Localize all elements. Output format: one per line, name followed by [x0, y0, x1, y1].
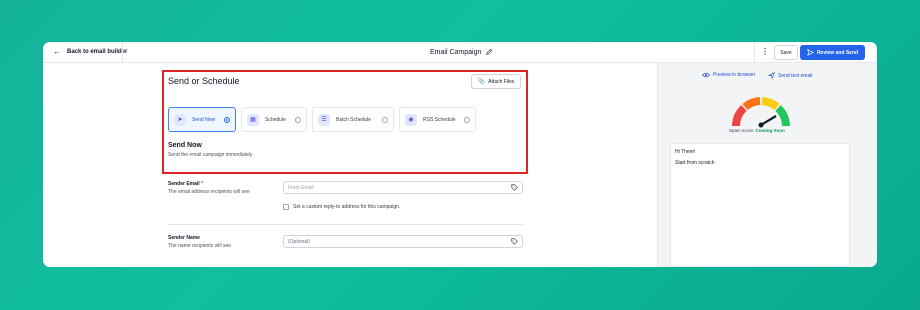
radio[interactable]: [382, 116, 388, 123]
preview-in-browser-link[interactable]: Preview in browser: [702, 72, 755, 78]
divider: [168, 224, 523, 225]
option-label: Schedule: [265, 116, 286, 123]
pencil-icon[interactable]: [485, 48, 493, 56]
divider: [754, 42, 755, 63]
email-line: Start from scratch: [675, 160, 715, 166]
review-and-send-button[interactable]: Review and Send: [800, 45, 865, 60]
spam-label: Spam score:: [729, 128, 755, 133]
label-text: Sender Email: [168, 181, 200, 187]
tag-icon[interactable]: [511, 184, 518, 191]
spam-value: Coming Soon: [755, 128, 785, 133]
reply-to-checkbox-row[interactable]: Set a custom reply-to address for this c…: [283, 204, 400, 210]
paperclip-icon: 📎: [477, 79, 486, 85]
send-now-title: Send Now: [168, 142, 202, 149]
send-now-description: Send the email campaign immediately: [168, 152, 253, 158]
spam-score: Spam score: Coming Soon: [729, 128, 785, 133]
sender-email-label: Sender Email *: [168, 181, 203, 187]
top-bar: ← Back to email builder Email Campaign ⋮…: [43, 42, 877, 63]
send-icon: [768, 72, 775, 79]
reply-to-label: Set a custom reply-to address for this c…: [293, 204, 401, 210]
save-button[interactable]: Save: [774, 45, 798, 60]
spam-gauge-icon: [732, 97, 790, 128]
sender-email-input[interactable]: From Email: [283, 181, 523, 194]
send-test-email-link[interactable]: Send test email: [768, 72, 812, 79]
email-line: Hi There!: [675, 149, 696, 155]
send-icon: ➤: [174, 113, 186, 126]
calendar-icon: ▦: [247, 113, 259, 126]
section-title: Send or Schedule: [168, 76, 240, 86]
campaign-title: Email Campaign: [430, 48, 482, 56]
option-rss-schedule[interactable]: ◉ RSS Schedule: [399, 107, 476, 132]
email-preview-card: Hi There! Start from scratch: [670, 143, 850, 267]
back-to-builder-link[interactable]: ← Back to email builder: [53, 48, 127, 56]
app-window: ← Back to email builder Email Campaign ⋮…: [43, 42, 877, 267]
send-test-label: Send test email: [778, 72, 813, 79]
kebab-icon[interactable]: ⋮: [761, 47, 769, 56]
tag-icon[interactable]: [511, 238, 518, 245]
preview-label: Preview in browser: [713, 72, 756, 78]
send-icon: [807, 49, 814, 56]
page-title: Email Campaign: [430, 48, 493, 56]
option-send-now[interactable]: ➤ Send Now: [168, 107, 236, 132]
batch-icon: ☰: [318, 113, 330, 126]
divider: [122, 42, 123, 63]
sender-name-label: Sender Name: [168, 235, 200, 241]
placeholder: From Email: [288, 184, 314, 191]
option-label: Send Now: [192, 116, 216, 123]
preview-panel: Preview in browser Send test email Spam …: [657, 63, 877, 267]
main-content: Send or Schedule 📎 Attach Files ➤ Send N…: [43, 63, 657, 267]
review-label: Review and Send: [816, 49, 859, 56]
reply-to-checkbox[interactable]: [283, 204, 289, 210]
arrow-left-icon: ←: [53, 47, 61, 56]
sender-email-help: The email address recipients will see: [168, 189, 250, 195]
radio-selected[interactable]: [224, 116, 230, 123]
back-label: Back to email builder: [67, 49, 128, 55]
attach-label: Attach Files: [488, 78, 515, 85]
required-mark: *: [201, 181, 204, 187]
sender-name-help: The name recipients will see: [168, 243, 232, 249]
radio[interactable]: [295, 116, 301, 123]
radio[interactable]: [464, 116, 470, 123]
rss-icon: ◉: [405, 113, 417, 126]
attach-files-button[interactable]: 📎 Attach Files: [471, 74, 521, 89]
placeholder: (Optional): [288, 238, 310, 245]
option-schedule[interactable]: ▦ Schedule: [241, 107, 307, 132]
option-label: RSS Schedule: [423, 116, 456, 123]
option-batch-schedule[interactable]: ☰ Batch Schedule: [312, 107, 394, 132]
sender-name-input[interactable]: (Optional): [283, 235, 523, 248]
eye-icon: [702, 72, 710, 78]
option-label: Batch Schedule: [336, 116, 372, 123]
